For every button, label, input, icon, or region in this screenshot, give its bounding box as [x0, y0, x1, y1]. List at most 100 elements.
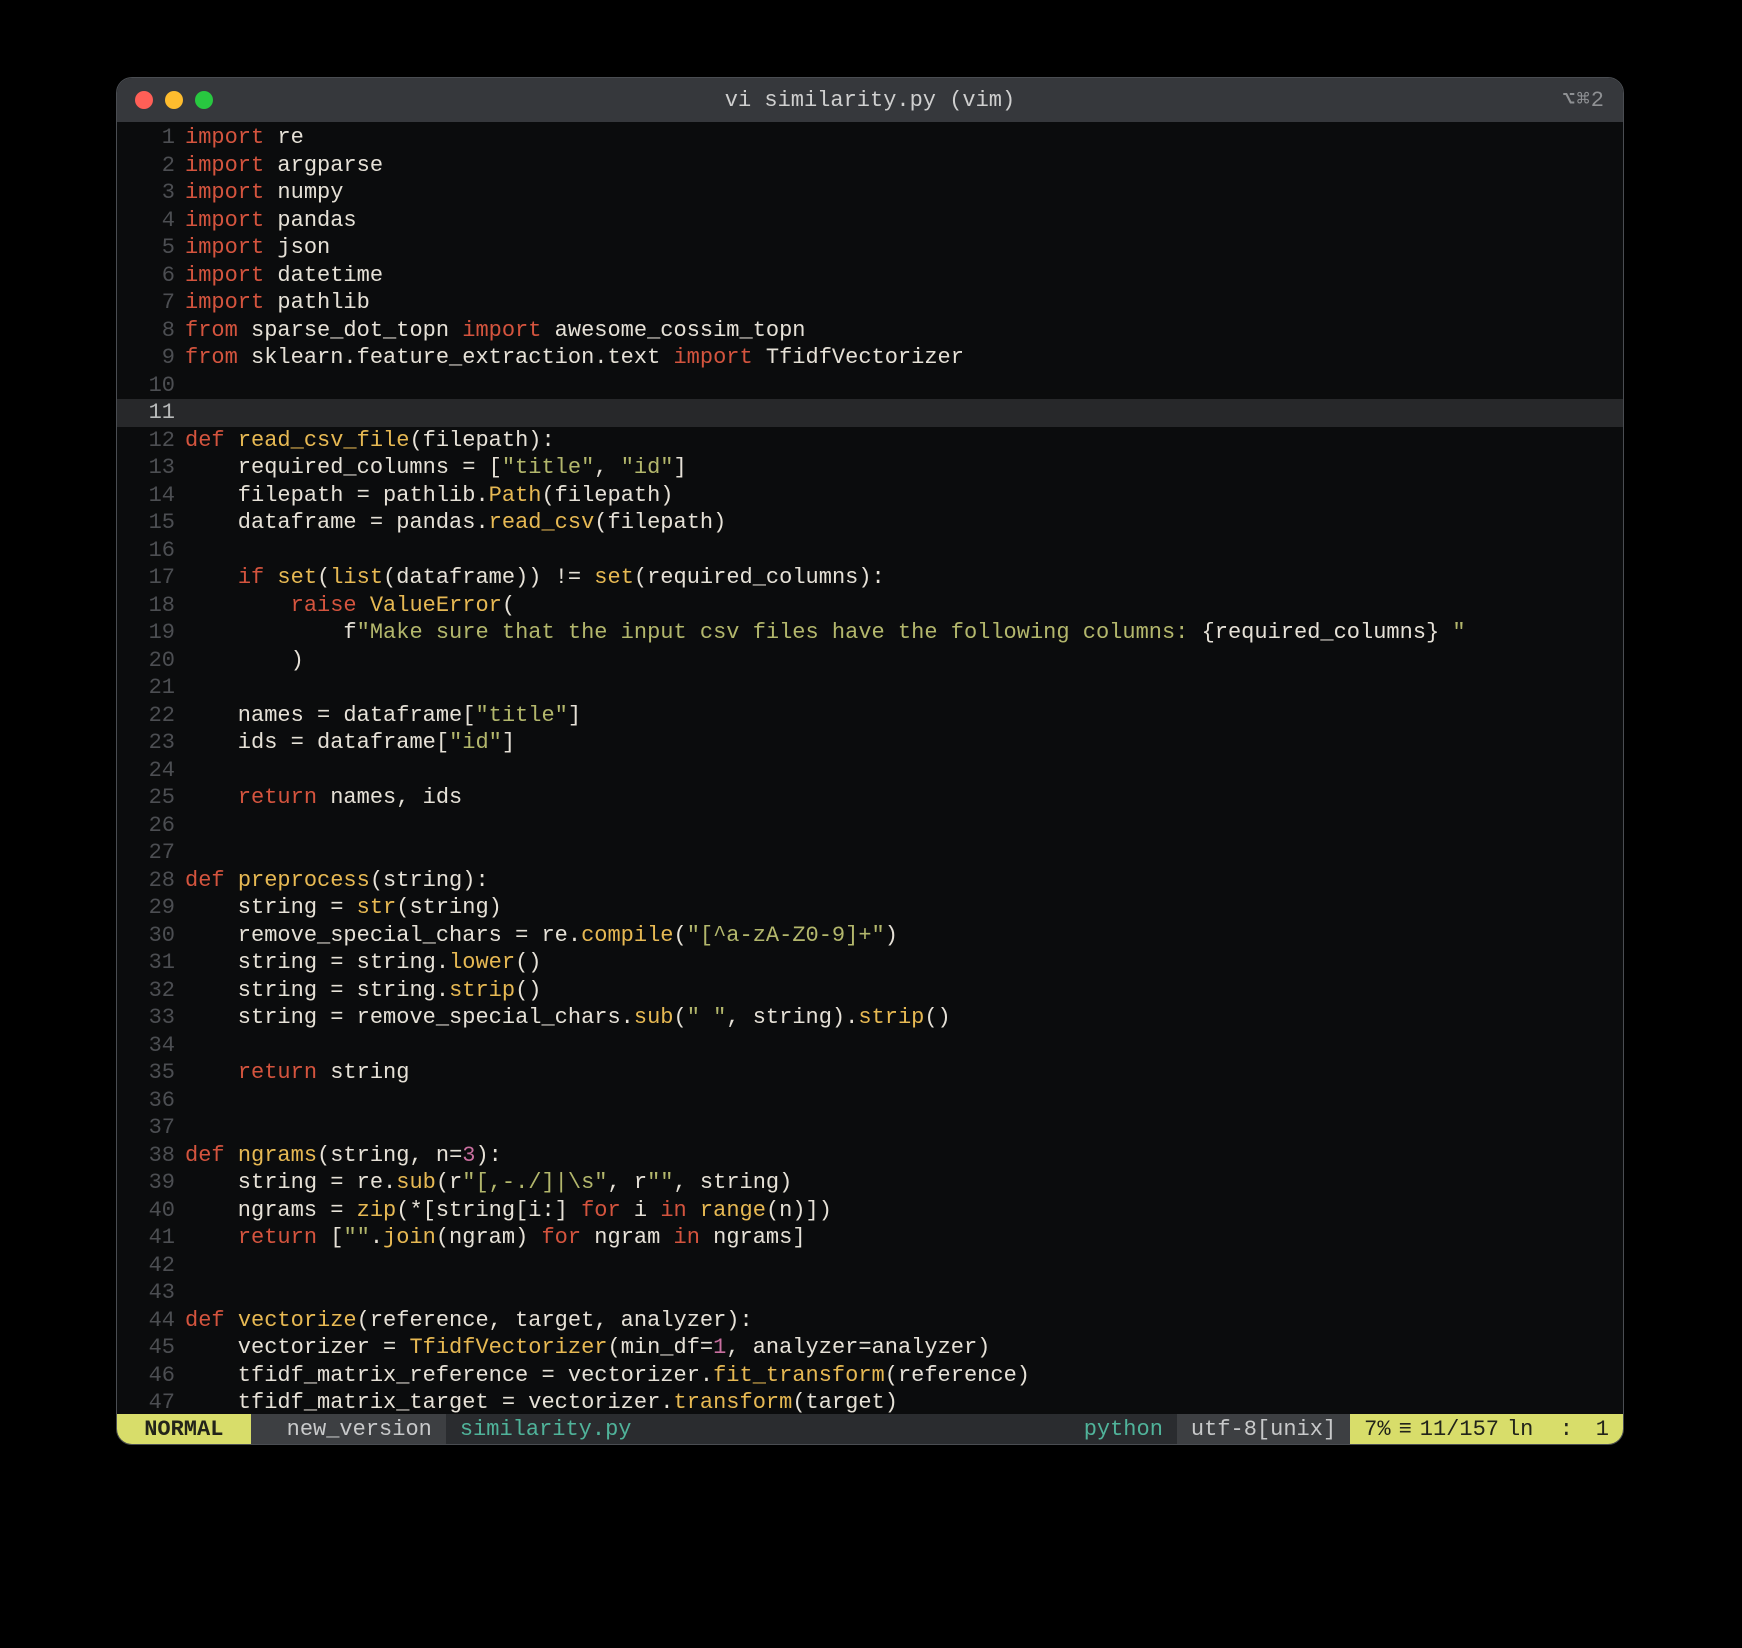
code-line[interactable]: 39 string = re.sub(r"[,-./]|\s", r"", st… [117, 1169, 1623, 1197]
code-line[interactable]: 29 string = str(string) [117, 894, 1623, 922]
code-line[interactable]: 10 [117, 372, 1623, 400]
code-content[interactable]: if set(list(dataframe)) != set(required_… [185, 564, 1623, 592]
code-content[interactable]: import json [185, 234, 1623, 262]
code-content[interactable]: string = string.lower() [185, 949, 1623, 977]
editor-area[interactable]: 1import re2import argparse3import numpy4… [117, 122, 1623, 1414]
code-line[interactable]: 24 [117, 757, 1623, 785]
code-content[interactable] [185, 1114, 1623, 1142]
code-content[interactable]: import argparse [185, 152, 1623, 180]
code-content[interactable]: ids = dataframe["id"] [185, 729, 1623, 757]
code-content[interactable]: return names, ids [185, 784, 1623, 812]
code-content[interactable]: ) [185, 647, 1623, 675]
code-line[interactable]: 32 string = string.strip() [117, 977, 1623, 1005]
code-line[interactable]: 26 [117, 812, 1623, 840]
code-line[interactable]: 16 [117, 537, 1623, 565]
line-number: 20 [117, 647, 185, 675]
code-content[interactable]: filepath = pathlib.Path(filepath) [185, 482, 1623, 510]
code-content[interactable] [185, 372, 1623, 400]
code-content[interactable]: string = string.strip() [185, 977, 1623, 1005]
code-line[interactable]: 19 f"Make sure that the input csv files … [117, 619, 1623, 647]
code-content[interactable]: dataframe = pandas.read_csv(filepath) [185, 509, 1623, 537]
code-line[interactable]: 2import argparse [117, 152, 1623, 180]
code-content[interactable]: tfidf_matrix_reference = vectorizer.fit_… [185, 1362, 1623, 1390]
code-content[interactable]: import pathlib [185, 289, 1623, 317]
code-content[interactable]: tfidf_matrix_target = vectorizer.transfo… [185, 1389, 1623, 1414]
code-line[interactable]: 36 [117, 1087, 1623, 1115]
code-line[interactable]: 14 filepath = pathlib.Path(filepath) [117, 482, 1623, 510]
code-content[interactable]: def preprocess(string): [185, 867, 1623, 895]
line-number: 47 [117, 1389, 185, 1414]
code-content[interactable] [185, 537, 1623, 565]
code-content[interactable]: import pandas [185, 207, 1623, 235]
code-line[interactable]: 8from sparse_dot_topn import awesome_cos… [117, 317, 1623, 345]
code-content[interactable]: f"Make sure that the input csv files hav… [185, 619, 1623, 647]
minimize-icon[interactable] [165, 91, 183, 109]
code-content[interactable] [185, 812, 1623, 840]
code-line[interactable]: 37 [117, 1114, 1623, 1142]
code-line[interactable]: 27 [117, 839, 1623, 867]
code-line[interactable]: 47 tfidf_matrix_target = vectorizer.tran… [117, 1389, 1623, 1414]
code-content[interactable]: def ngrams(string, n=3): [185, 1142, 1623, 1170]
code-content[interactable]: vectorizer = TfidfVectorizer(min_df=1, a… [185, 1334, 1623, 1362]
code-line[interactable]: 3import numpy [117, 179, 1623, 207]
code-content[interactable]: remove_special_chars = re.compile("[^a-z… [185, 922, 1623, 950]
code-line[interactable]: 13 required_columns = ["title", "id"] [117, 454, 1623, 482]
code-content[interactable]: import numpy [185, 179, 1623, 207]
code-line[interactable]: 43 [117, 1279, 1623, 1307]
code-line[interactable]: 6import datetime [117, 262, 1623, 290]
code-content[interactable]: from sparse_dot_topn import awesome_coss… [185, 317, 1623, 345]
code-content[interactable]: def read_csv_file(filepath): [185, 427, 1623, 455]
code-line[interactable]: 18 raise ValueError( [117, 592, 1623, 620]
code-content[interactable] [185, 399, 1623, 427]
code-content[interactable] [185, 839, 1623, 867]
code-content[interactable] [185, 1252, 1623, 1280]
code-line[interactable]: 11 [117, 399, 1623, 427]
code-content[interactable]: ngrams = zip(*[string[i:] for i in range… [185, 1197, 1623, 1225]
code-content[interactable]: return ["".join(ngram) for ngram in ngra… [185, 1224, 1623, 1252]
code-content[interactable]: import datetime [185, 262, 1623, 290]
code-line[interactable]: 28def preprocess(string): [117, 867, 1623, 895]
code-line[interactable]: 33 string = remove_special_chars.sub(" "… [117, 1004, 1623, 1032]
code-line[interactable]: 9from sklearn.feature_extraction.text im… [117, 344, 1623, 372]
code-line[interactable]: 35 return string [117, 1059, 1623, 1087]
code-line[interactable]: 12def read_csv_file(filepath): [117, 427, 1623, 455]
code-content[interactable] [185, 757, 1623, 785]
code-line[interactable]: 30 remove_special_chars = re.compile("[^… [117, 922, 1623, 950]
code-line[interactable]: 41 return ["".join(ngram) for ngram in n… [117, 1224, 1623, 1252]
code-content[interactable]: required_columns = ["title", "id"] [185, 454, 1623, 482]
code-line[interactable]: 22 names = dataframe["title"] [117, 702, 1623, 730]
maximize-icon[interactable] [195, 91, 213, 109]
code-content[interactable]: from sklearn.feature_extraction.text imp… [185, 344, 1623, 372]
code-line[interactable]: 15 dataframe = pandas.read_csv(filepath) [117, 509, 1623, 537]
code-line[interactable]: 46 tfidf_matrix_reference = vectorizer.f… [117, 1362, 1623, 1390]
code-content[interactable] [185, 1087, 1623, 1115]
code-content[interactable]: names = dataframe["title"] [185, 702, 1623, 730]
code-line[interactable]: 17 if set(list(dataframe)) != set(requir… [117, 564, 1623, 592]
code-content[interactable]: return string [185, 1059, 1623, 1087]
code-line[interactable]: 4import pandas [117, 207, 1623, 235]
code-line[interactable]: 25 return names, ids [117, 784, 1623, 812]
code-line[interactable]: 44def vectorize(reference, target, analy… [117, 1307, 1623, 1335]
code-line[interactable]: 20 ) [117, 647, 1623, 675]
code-line[interactable]: 45 vectorizer = TfidfVectorizer(min_df=1… [117, 1334, 1623, 1362]
code-line[interactable]: 34 [117, 1032, 1623, 1060]
close-icon[interactable] [135, 91, 153, 109]
code-content[interactable]: string = str(string) [185, 894, 1623, 922]
code-line[interactable]: 38def ngrams(string, n=3): [117, 1142, 1623, 1170]
code-content[interactable]: string = re.sub(r"[,-./]|\s", r"", strin… [185, 1169, 1623, 1197]
code-content[interactable] [185, 1032, 1623, 1060]
code-line[interactable]: 23 ids = dataframe["id"] [117, 729, 1623, 757]
code-line[interactable]: 1import re [117, 124, 1623, 152]
code-line[interactable]: 7import pathlib [117, 289, 1623, 317]
code-content[interactable] [185, 1279, 1623, 1307]
code-line[interactable]: 31 string = string.lower() [117, 949, 1623, 977]
code-line[interactable]: 40 ngrams = zip(*[string[i:] for i in ra… [117, 1197, 1623, 1225]
code-content[interactable]: string = remove_special_chars.sub(" ", s… [185, 1004, 1623, 1032]
code-line[interactable]: 42 [117, 1252, 1623, 1280]
code-content[interactable]: raise ValueError( [185, 592, 1623, 620]
code-line[interactable]: 5import json [117, 234, 1623, 262]
code-line[interactable]: 21 [117, 674, 1623, 702]
code-content[interactable]: def vectorize(reference, target, analyze… [185, 1307, 1623, 1335]
code-content[interactable]: import re [185, 124, 1623, 152]
code-content[interactable] [185, 674, 1623, 702]
